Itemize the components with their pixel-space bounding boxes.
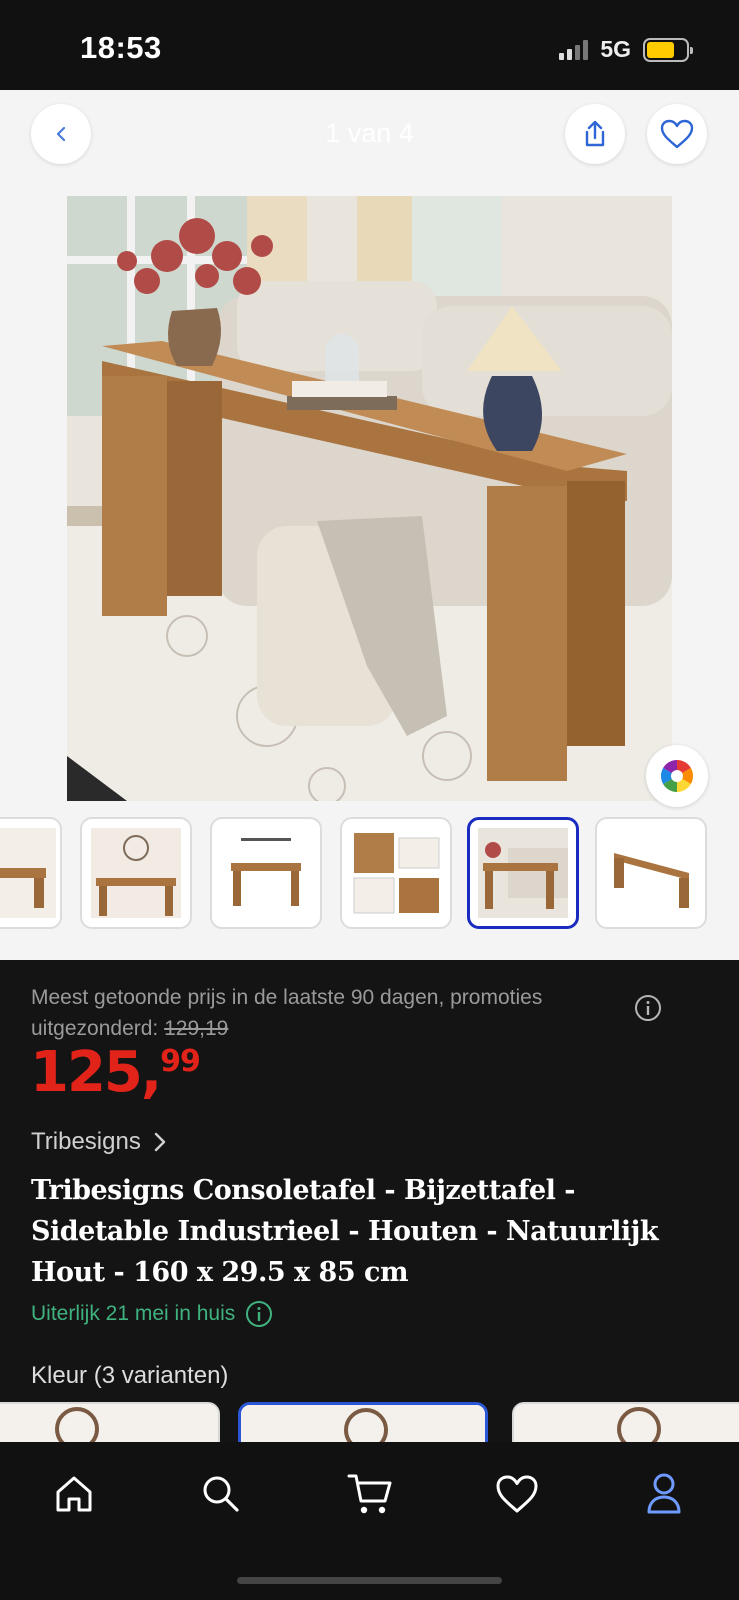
delivery-estimate: Uiterlijk 21 mei in huis xyxy=(31,1300,273,1328)
heart-icon xyxy=(496,1475,538,1513)
variant-selector xyxy=(0,1402,739,1442)
thumbnail-image xyxy=(0,828,56,918)
battery-icon xyxy=(643,37,693,62)
old-price: 129,19 xyxy=(164,1017,229,1040)
share-icon xyxy=(585,120,605,147)
back-button[interactable] xyxy=(31,104,91,164)
home-indicator xyxy=(237,1577,502,1584)
thumbnail-image xyxy=(603,828,699,918)
status-time: 18:53 xyxy=(80,30,162,65)
heart-icon xyxy=(660,119,694,149)
nav-account[interactable] xyxy=(636,1466,692,1522)
thumbnail-3[interactable] xyxy=(210,817,322,929)
cart-icon xyxy=(347,1474,392,1514)
variant-option-3[interactable] xyxy=(512,1402,739,1442)
thumbnail-1[interactable] xyxy=(0,817,62,929)
status-bar: 18:53 5G xyxy=(0,0,739,90)
price-cents: 99 xyxy=(160,1044,201,1079)
thumbnail-image xyxy=(348,828,444,918)
chevron-right-icon xyxy=(154,1132,166,1152)
status-indicators: 5G xyxy=(559,36,693,63)
product-photo xyxy=(67,196,672,801)
variant-option-2[interactable] xyxy=(238,1402,488,1442)
delivery-info-icon[interactable] xyxy=(245,1300,273,1328)
product-main-image[interactable] xyxy=(67,196,672,801)
thumbnail-5[interactable] xyxy=(467,817,579,929)
variants-label: Kleur (3 varianten) xyxy=(31,1362,229,1389)
thumbnail-strip xyxy=(0,817,739,932)
thumbnail-4[interactable] xyxy=(340,817,452,929)
product-title: Tribesigns Consoletafel - Bijzettafel - … xyxy=(31,1175,659,1288)
favorite-button[interactable] xyxy=(647,104,707,164)
network-type: 5G xyxy=(600,36,631,62)
home-icon xyxy=(56,1476,92,1512)
color-variants-button[interactable] xyxy=(646,745,708,807)
image-counter: 1 van 4 xyxy=(325,118,414,148)
thumbnail-image xyxy=(91,828,181,918)
delivery-text: Uiterlijk 21 mei in huis xyxy=(31,1302,236,1325)
nav-favorites[interactable] xyxy=(489,1466,545,1522)
signal-icon xyxy=(559,39,589,60)
share-button[interactable] xyxy=(565,104,625,164)
thumbnail-6[interactable] xyxy=(595,817,707,929)
variant-option-1[interactable] xyxy=(0,1402,220,1442)
price-note-text: Meest getoonde prijs in de laatste 90 da… xyxy=(31,986,543,1040)
nav-search[interactable] xyxy=(193,1466,249,1522)
variant-image xyxy=(0,1404,218,1442)
info-icon[interactable] xyxy=(634,994,662,1022)
product-page: 18:53 5G 1 van 4 Meest getoonde prijs in… xyxy=(0,0,739,1600)
variant-image xyxy=(514,1404,739,1442)
variant-image xyxy=(241,1405,485,1442)
price-history-note: Meest getoonde prijs in de laatste 90 da… xyxy=(31,982,631,1044)
thumbnail-image xyxy=(216,828,316,918)
product-gallery: 1 van 4 xyxy=(0,90,739,960)
brand-link[interactable]: Tribesigns xyxy=(31,1128,167,1156)
price-euros: 125, xyxy=(30,1040,162,1105)
nav-home[interactable] xyxy=(46,1466,102,1522)
thumbnail-image xyxy=(478,828,568,918)
account-icon xyxy=(647,1473,681,1514)
brand-name: Tribesigns xyxy=(31,1128,141,1155)
thumbnail-2[interactable] xyxy=(80,817,192,929)
nav-cart[interactable] xyxy=(342,1466,398,1522)
color-wheel-icon xyxy=(660,759,694,793)
search-icon xyxy=(203,1476,239,1512)
current-price: 125,99 xyxy=(30,1040,201,1105)
product-info: Meest getoonde prijs in de laatste 90 da… xyxy=(0,960,739,1442)
back-chevron-icon xyxy=(56,126,66,142)
